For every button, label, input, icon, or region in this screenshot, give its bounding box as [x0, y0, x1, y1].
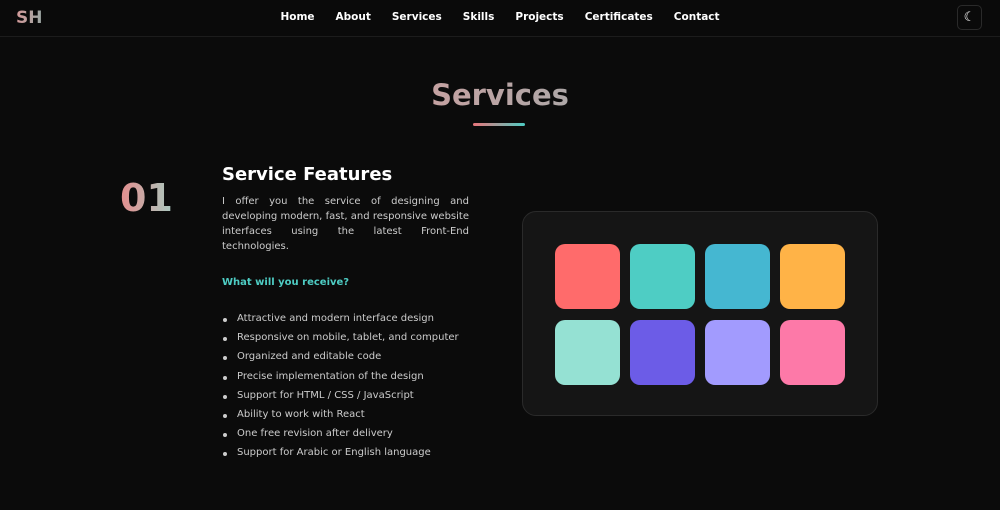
nav-home[interactable]: Home [280, 11, 314, 23]
nav-contact[interactable]: Contact [674, 11, 720, 23]
nav-projects[interactable]: Projects [515, 11, 563, 23]
nav-certificates[interactable]: Certificates [585, 11, 653, 23]
features-list: Attractive and modern interface design R… [222, 313, 459, 467]
list-item: Precise implementation of the design [222, 371, 459, 390]
list-item: Responsive on mobile, tablet, and comput… [222, 332, 459, 351]
nav-links: Home About Services Skills Projects Cert… [0, 11, 1000, 23]
navbar: SH Home About Services Skills Projects C… [0, 0, 1000, 37]
nav-services[interactable]: Services [392, 11, 442, 23]
color-tile [705, 244, 770, 309]
receive-heading: What will you receive? [222, 277, 350, 288]
color-tile [705, 320, 770, 385]
theme-toggle-button[interactable]: ☾ [957, 5, 982, 30]
color-tiles-card [522, 211, 878, 416]
color-tile [780, 244, 845, 309]
list-item: Support for HTML / CSS / JavaScript [222, 390, 459, 409]
service-number: 01 [120, 176, 173, 220]
moon-icon: ☾ [963, 10, 976, 25]
color-tile [555, 320, 620, 385]
service-title: Service Features [222, 164, 393, 185]
nav-skills[interactable]: Skills [463, 11, 495, 23]
list-item: Ability to work with React [222, 409, 459, 428]
color-tile [630, 320, 695, 385]
title-underline [473, 123, 525, 126]
color-tile [630, 244, 695, 309]
nav-about[interactable]: About [336, 11, 371, 23]
color-tile [555, 244, 620, 309]
list-item: Attractive and modern interface design [222, 313, 459, 332]
list-item: Support for Arabic or English language [222, 447, 459, 466]
list-item: Organized and editable code [222, 351, 459, 370]
section-title: Services [400, 78, 600, 112]
service-description: I offer you the service of designing and… [222, 196, 469, 252]
color-tile [780, 320, 845, 385]
list-item: One free revision after delivery [222, 428, 459, 447]
